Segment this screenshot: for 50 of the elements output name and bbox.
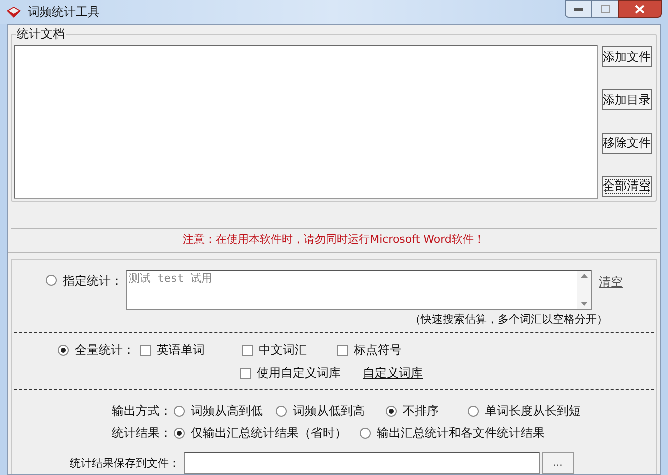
group-label: 统计文档 bbox=[16, 27, 66, 41]
field-label: 统计结果保存到文件： bbox=[70, 456, 181, 472]
action-button[interactable]: 添加目录 bbox=[602, 89, 652, 110]
window-title: 词频统计工具 bbox=[28, 4, 100, 21]
hint-text: （快速搜索估算，多个词汇以空格分开） bbox=[410, 312, 608, 328]
close-button[interactable] bbox=[618, 0, 662, 18]
maximize-button[interactable] bbox=[592, 0, 618, 18]
warning-notice: 注意：在使用本软件时，请勿同时运行Microsoft Word软件！ bbox=[183, 232, 485, 248]
checkbox-label: 标点符号 bbox=[354, 342, 402, 359]
checkbox-label: 英语单词 bbox=[157, 342, 205, 359]
app-icon bbox=[6, 5, 22, 19]
checkbox-label: 使用自定义词库 bbox=[257, 365, 341, 382]
scroll-down-icon bbox=[580, 302, 588, 306]
scroll-up-icon bbox=[580, 274, 588, 278]
checkbox[interactable] bbox=[140, 344, 151, 356]
checkbox-label: 中文词汇 bbox=[259, 342, 307, 359]
radio-label: 输出汇总统计和各文件统计结果 bbox=[377, 425, 545, 442]
radio-label: 单词长度从长到短 bbox=[485, 403, 581, 420]
search-terms-field[interactable]: 测试 test 试用 bbox=[126, 270, 592, 310]
radio-button[interactable] bbox=[46, 275, 57, 286]
action-button[interactable]: 全部清空 bbox=[602, 176, 652, 197]
radio-label: 指定统计： bbox=[63, 272, 123, 290]
close-icon bbox=[635, 4, 645, 14]
radio-button[interactable] bbox=[468, 406, 479, 416]
save-path-field[interactable] bbox=[184, 452, 540, 474]
browse-button[interactable]: ... bbox=[542, 452, 574, 474]
radio-button[interactable] bbox=[174, 406, 185, 416]
maximize-icon bbox=[600, 5, 610, 13]
action-button[interactable]: 添加文件 bbox=[602, 46, 652, 67]
radio-label: 词频从高到低 bbox=[191, 403, 263, 420]
minimize-icon bbox=[574, 7, 583, 11]
field-label: 输出方式： bbox=[112, 403, 173, 420]
radio-button[interactable] bbox=[58, 344, 69, 356]
checkbox[interactable] bbox=[337, 344, 348, 356]
radio-button[interactable] bbox=[276, 406, 287, 416]
radio-label: 不排序 bbox=[403, 403, 439, 420]
radio-button[interactable] bbox=[174, 428, 185, 438]
minimize-button[interactable] bbox=[565, 0, 592, 18]
checkbox[interactable] bbox=[242, 344, 253, 356]
radio-label: 全量统计： bbox=[75, 342, 135, 359]
action-button[interactable]: 移除文件 bbox=[602, 132, 652, 154]
radio-button[interactable] bbox=[386, 406, 397, 416]
checkbox[interactable] bbox=[240, 368, 251, 378]
custom-dictionary-link[interactable]: 自定义词库 bbox=[363, 364, 423, 382]
radio-button[interactable] bbox=[360, 428, 371, 438]
field-label: 统计结果： bbox=[112, 425, 173, 442]
radio-label: 仅输出汇总统计结果（省时） bbox=[191, 425, 347, 442]
radio-label: 词频从低到高 bbox=[293, 403, 365, 420]
scrollbar[interactable] bbox=[577, 270, 591, 308]
clear-link[interactable]: 清空 bbox=[599, 272, 623, 310]
